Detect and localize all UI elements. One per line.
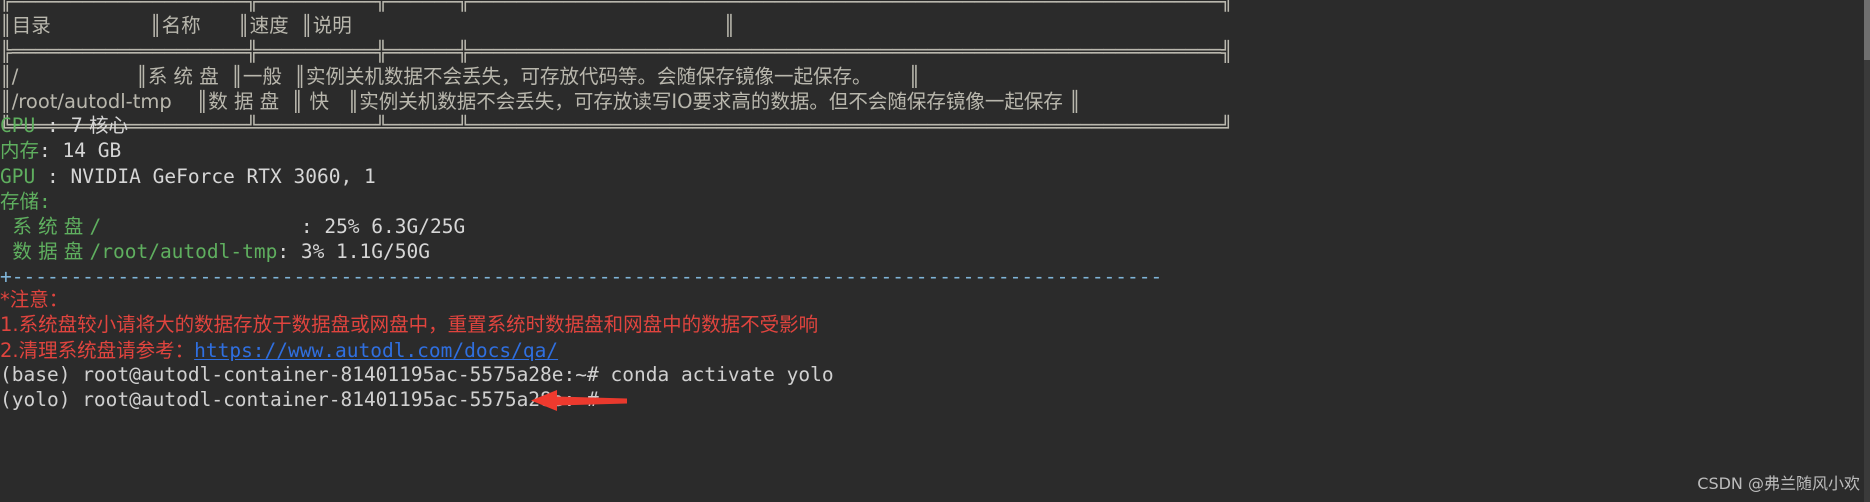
storage-header-row: 存储:: [0, 189, 465, 214]
gpu-label: GPU: [0, 164, 47, 188]
section-separator: +---------------------------------------…: [0, 265, 1160, 288]
command-1: conda activate yolo: [610, 363, 834, 386]
annotation-arrow: [531, 388, 627, 414]
system-disk-label: 系 统 盘: [0, 215, 90, 239]
storage-separator: :: [39, 189, 51, 213]
prompt-line-1: (base) root@autodl-container-81401195ac-…: [0, 362, 834, 387]
memory-row: 内存: 14 GB: [0, 138, 465, 163]
gpu-separator: :: [46, 164, 71, 188]
notice-title: *注意：: [0, 288, 69, 311]
left-arrow-icon: [531, 390, 627, 411]
conda-env-base: (base): [0, 363, 83, 386]
notice-item-2: 2.清理系统盘请参考：https://www.autodl.com/docs/q…: [0, 338, 818, 363]
data-disk-label: 数 据 盘: [0, 240, 90, 264]
scrollbar[interactable]: [1864, 0, 1870, 502]
prompt-line-2[interactable]: (yolo) root@autodl-container-81401195ac-…: [0, 387, 834, 412]
conda-env-yolo: (yolo): [0, 388, 83, 412]
data-disk-usage: 3% 1.1G/50G: [300, 240, 430, 264]
system-disk-mount: /: [89, 215, 102, 239]
cpu-value: 7 核心: [70, 114, 129, 137]
data-disk-mount: /root/autodl-tmp: [89, 240, 278, 264]
table-line-header: ║目录 ║名称 ║速度 ║说明 ║: [0, 14, 736, 38]
cpu-label: CPU: [0, 114, 47, 137]
memory-label: 内存: [0, 139, 40, 163]
gpu-row: GPU : NVIDIA GeForce RTX 3060, 1: [0, 164, 465, 189]
shell-prompt-block: (base) root@autodl-container-81401195ac-…: [0, 362, 834, 413]
gpu-value: NVIDIA GeForce RTX 3060, 1: [70, 164, 376, 188]
system-disk-separator: :: [300, 215, 325, 239]
table-line-divider: ╠════════════════════╬══════════╬══════╬…: [0, 39, 1233, 63]
cpu-row: CPU : 7 核心: [0, 113, 465, 138]
memory-value: 14 GB: [62, 139, 122, 163]
table-row: ║/root/autodl-tmp ║数 据 盘 ║ 快 ║实例关机数据不会丢失…: [0, 90, 1081, 114]
docs-qa-link[interactable]: https://www.autodl.com/docs/qa/: [194, 339, 558, 362]
system-info-block: CPU : 7 核心 内存: 14 GB GPU : NVIDIA GeForc…: [0, 113, 465, 265]
storage-label: 存储: [0, 189, 40, 213]
notice-item-1: 1.系统盘较小请将大的数据存放于数据盘或网盘中，重置系统时数据盘和网盘中的数据不…: [0, 313, 819, 337]
csdn-watermark: CSDN @弗兰随风小欢: [1697, 474, 1860, 493]
system-disk-pad: [101, 215, 301, 238]
data-disk-row: 数 据 盘 /root/autodl-tmp: 3% 1.1G/50G: [0, 239, 465, 264]
cpu-separator: :: [46, 114, 71, 137]
terminal-window: ╔════════════════════╦══════════╦══════╦…: [0, 0, 1870, 502]
notice-block: *注意： 1.系统盘较小请将大的数据存放于数据盘或网盘中，重置系统时数据盘和网盘…: [0, 287, 818, 363]
system-disk-row: 系 统 盘 / : 25% 6.3G/25G: [0, 214, 465, 239]
table-line-top: ╔════════════════════╦══════════╦══════╦…: [0, 0, 1233, 12]
notice-item-2-prefix: 2.清理系统盘请参考：: [0, 338, 195, 362]
scrollbar-thumb[interactable]: [1864, 0, 1870, 60]
data-disk-separator: :: [277, 240, 301, 264]
memory-separator: :: [39, 139, 63, 163]
system-disk-usage: 25% 6.3G/25G: [324, 215, 466, 239]
prompt-string-1: root@autodl-container-81401195ac-5575a28…: [82, 363, 611, 386]
table-row: ║/ ║系 统 盘 ║一般 ║实例关机数据不会丢失，可存放代码等。会随保存镜像一…: [0, 64, 921, 88]
